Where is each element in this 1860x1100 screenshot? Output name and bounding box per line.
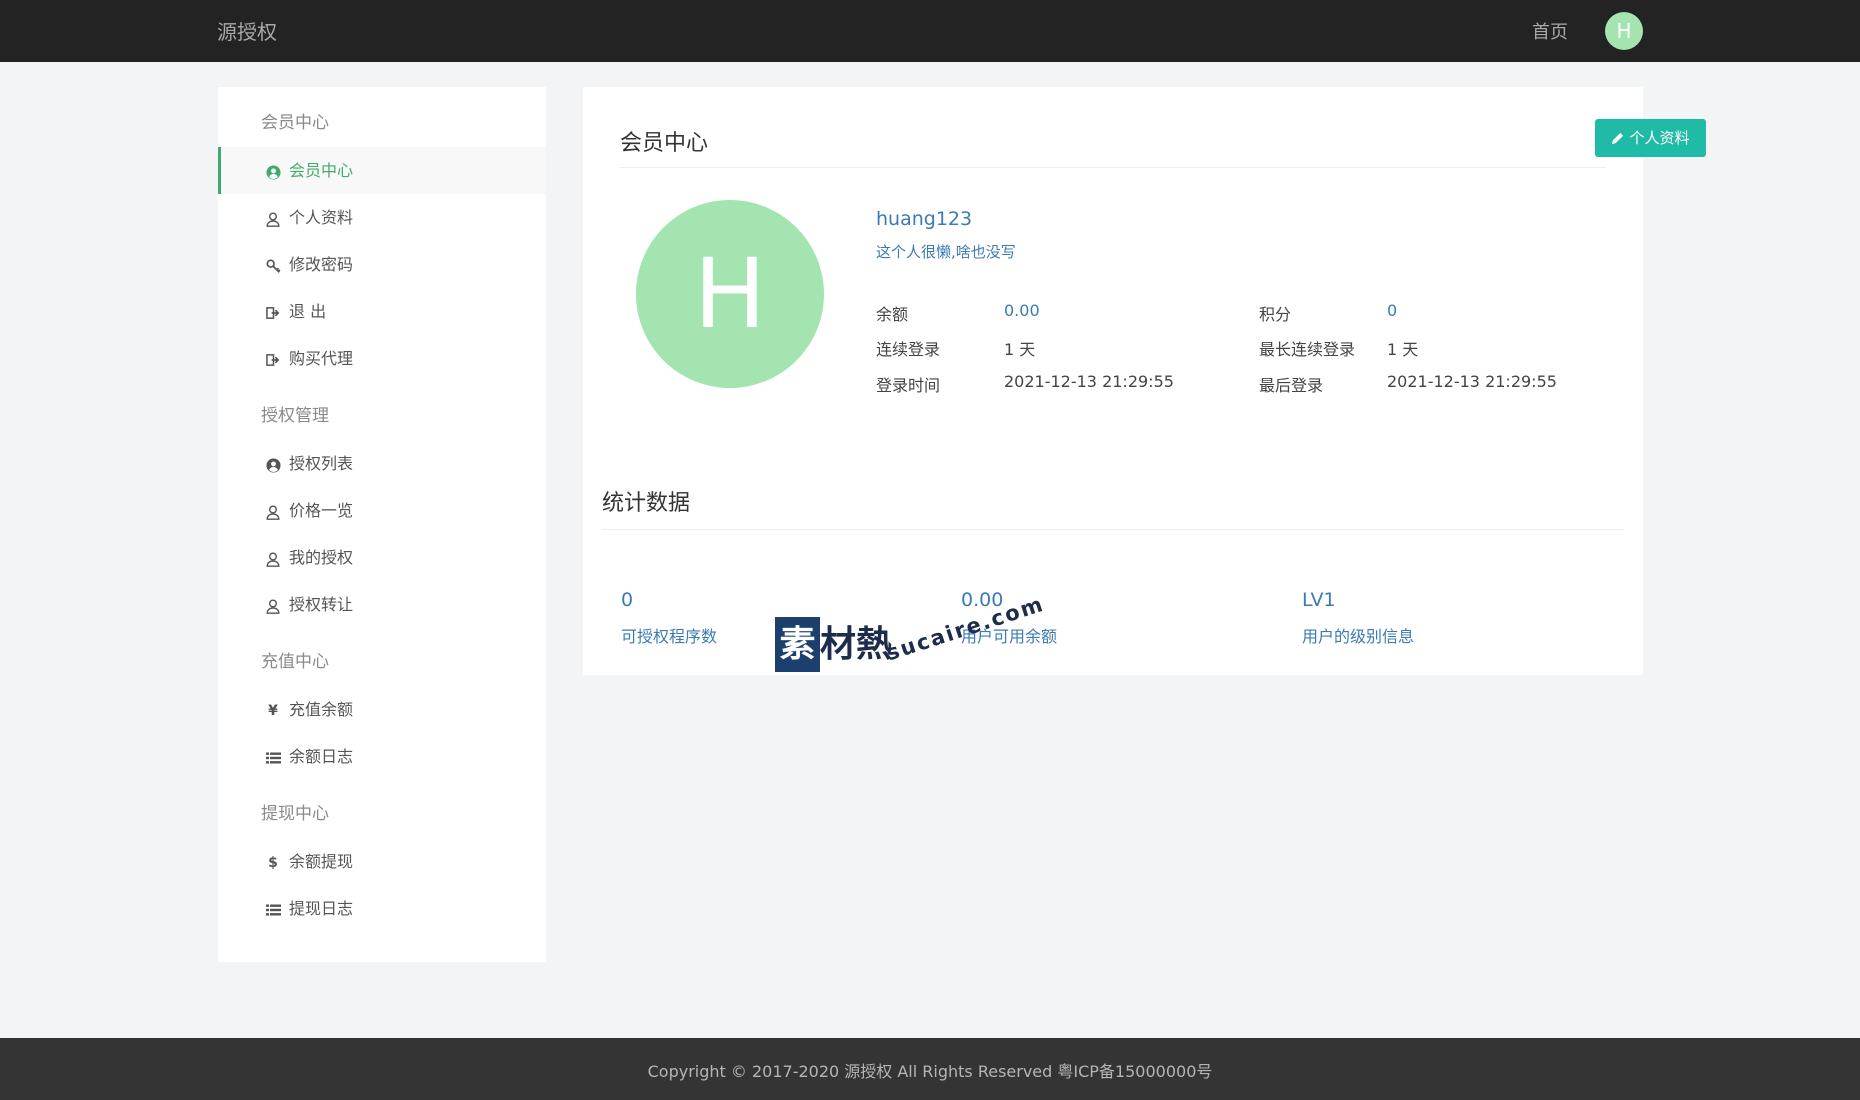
sidebar-item-label: 充值余额 — [289, 700, 354, 719]
sign-out-icon — [265, 290, 281, 337]
login-time-label: 登录时间 — [876, 376, 941, 395]
points-value: 0 — [1387, 301, 1398, 320]
balance-value: 0.00 — [1004, 301, 1040, 320]
user-icon — [265, 536, 281, 583]
copyright-text: Copyright © 2017-2020 源授权 All Rights Res… — [647, 1062, 1213, 1081]
stats-divider — [602, 529, 1624, 530]
sidebar-item-label: 价格一览 — [289, 501, 354, 520]
user-circle-icon — [265, 442, 281, 489]
pencil-icon — [1612, 132, 1624, 145]
page-title: 会员中心 — [620, 131, 709, 156]
sidebar-item-label: 提现日志 — [289, 899, 354, 918]
sidebar-item-recharge[interactable]: ¥ 充值余额 — [218, 686, 546, 733]
sidebar-item-label: 退 出 — [289, 302, 327, 321]
sidebar-group-member: 会员中心 — [261, 113, 329, 133]
sidebar-item-label: 购买代理 — [289, 349, 354, 368]
sidebar-item-change-password[interactable]: 修改密码 — [218, 241, 546, 288]
list-icon — [265, 887, 281, 934]
stat-programs-value: 0 — [621, 589, 634, 611]
stat-level-label: 用户的级别信息 — [1302, 627, 1415, 646]
last-login-label: 最后登录 — [1259, 376, 1324, 395]
user-circle-icon — [265, 149, 281, 196]
header-divider — [620, 167, 1606, 168]
sidebar-group-recharge: 充值中心 — [261, 652, 329, 672]
edit-profile-button[interactable]: 个人资料 — [1595, 119, 1706, 157]
yen-icon: ¥ — [268, 703, 278, 719]
sidebar-item-license-transfer[interactable]: 授权转让 — [218, 581, 546, 628]
sidebar-item-label: 授权转让 — [289, 595, 354, 614]
sidebar-item-profile[interactable]: 个人资料 — [218, 194, 546, 241]
balance-label: 余额 — [876, 305, 909, 324]
brand-logo[interactable]: 源授权 — [217, 16, 277, 45]
sidebar: 会员中心 会员中心 个人资料 修改密码 退 出 购买代理 授权管理 授权列表 价… — [218, 87, 546, 962]
sidebar-item-withdraw[interactable]: $ 余额提现 — [218, 838, 546, 885]
list-icon — [265, 735, 281, 782]
last-login-value: 2021-12-13 21:29:55 — [1387, 372, 1557, 391]
nav-home-link[interactable]: 首页 — [1532, 18, 1568, 44]
points-label: 积分 — [1259, 305, 1292, 324]
stat-level-value: LV1 — [1302, 589, 1336, 611]
sidebar-item-buy-agent[interactable]: 购买代理 — [218, 335, 546, 382]
sidebar-item-balance-log[interactable]: 余额日志 — [218, 733, 546, 780]
top-navbar: 源授权 首页 H — [0, 0, 1860, 62]
sidebar-item-label: 余额提现 — [289, 852, 354, 871]
user-icon — [265, 489, 281, 536]
sign-out-icon — [265, 337, 281, 384]
sidebar-item-logout[interactable]: 退 出 — [218, 288, 546, 335]
sidebar-item-license-list[interactable]: 授权列表 — [218, 440, 546, 487]
sidebar-item-label: 余额日志 — [289, 747, 354, 766]
key-icon — [265, 243, 281, 290]
sidebar-item-label: 授权列表 — [289, 454, 354, 473]
longest-login-value: 1 天 — [1387, 340, 1419, 359]
stats-title: 统计数据 — [602, 491, 691, 516]
watermark-box: 素 — [775, 617, 820, 672]
sidebar-item-member-center[interactable]: 会员中心 — [218, 147, 546, 194]
sidebar-group-license: 授权管理 — [261, 406, 329, 426]
main-panel: 会员中心 个人资料 H huang123 这个人很懒,啥也没写 余额 0.00 … — [583, 87, 1706, 675]
edit-profile-button-label: 个人资料 — [1629, 129, 1690, 147]
user-bio: 这个人很懒,啥也没写 — [876, 243, 1016, 261]
sidebar-item-withdraw-log[interactable]: 提现日志 — [218, 885, 546, 932]
consecutive-login-label: 连续登录 — [876, 340, 941, 359]
sidebar-item-label: 会员中心 — [289, 161, 354, 180]
sidebar-item-label: 我的授权 — [289, 548, 354, 567]
sidebar-item-price-list[interactable]: 价格一览 — [218, 487, 546, 534]
sidebar-group-withdraw: 提现中心 — [261, 804, 329, 824]
watermark-text: 材熱 — [820, 624, 893, 665]
longest-login-label: 最长连续登录 — [1259, 340, 1356, 359]
dollar-icon: $ — [268, 855, 278, 871]
profile-avatar: H — [636, 200, 824, 388]
user-icon — [265, 583, 281, 630]
sidebar-item-label: 修改密码 — [289, 255, 354, 274]
user-avatar[interactable]: H — [1605, 12, 1643, 50]
sidebar-item-label: 个人资料 — [289, 208, 354, 227]
login-time-value: 2021-12-13 21:29:55 — [1004, 372, 1174, 391]
sidebar-item-my-license[interactable]: 我的授权 — [218, 534, 546, 581]
username-link[interactable]: huang123 — [876, 208, 972, 230]
stat-programs-label: 可授权程序数 — [621, 627, 718, 646]
footer: Copyright © 2017-2020 源授权 All Rights Res… — [0, 1038, 1860, 1100]
consecutive-login-value: 1 天 — [1004, 340, 1036, 359]
user-icon — [265, 196, 281, 243]
watermark-logo: 素 材熱 sucaire.com — [775, 592, 1047, 682]
